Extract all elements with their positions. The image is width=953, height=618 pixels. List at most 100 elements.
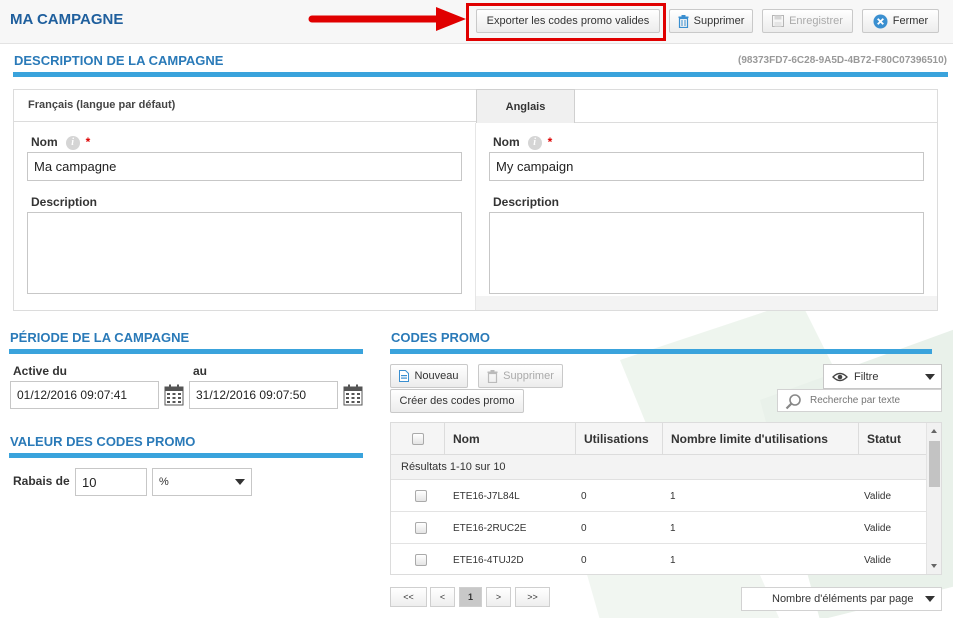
delete-button-label: Supprimer [693,15,745,27]
period-section-title: PÉRIODE DE LA CAMPAGNE [10,330,190,345]
chevron-down-icon [235,479,245,485]
table-row[interactable]: ETE16-J7L84L 0 1 Valide [391,480,927,512]
required-marker: * [85,135,91,149]
discount-unit-select[interactable]: % [152,468,252,496]
row-uses: 0 [581,554,587,566]
search-input[interactable] [810,393,938,408]
row-code-name: ETE16-J7L84L [453,490,520,502]
row-uses: 0 [581,490,587,502]
close-button-label: Fermer [892,15,929,27]
trash-icon [678,14,689,28]
french-name-input[interactable]: Ma campagne [27,152,462,181]
calendar-icon[interactable] [343,384,363,406]
pager-current-page[interactable]: 1 [459,587,482,607]
end-date-label: au [193,364,208,378]
description-section-title: DESCRIPTION DE LA CAMPAGNE [14,53,224,68]
new-document-icon [399,370,410,382]
info-icon[interactable]: i [527,135,542,150]
scrollbar-thumb[interactable] [929,441,940,487]
tab-english[interactable]: Anglais [476,89,575,123]
tab-french[interactable]: Français (langue par défaut) [14,90,476,122]
pager-next-button[interactable]: > [486,587,511,607]
export-valid-codes-button[interactable]: Exporter les codes promo valides [476,9,660,33]
table-row[interactable]: ETE16-2RUC2E 0 1 Valide [391,512,927,544]
row-status: Valide [864,522,892,534]
info-icon[interactable]: i [65,135,80,150]
column-header-limit[interactable]: Nombre limite d'utilisations [663,423,859,455]
promo-section-title: CODES PROMO [391,330,490,345]
new-button-label: Nouveau [414,370,459,382]
row-checkbox-cell [415,512,427,544]
discount-value-input[interactable]: 10 [75,468,147,496]
row-checkbox[interactable] [415,522,427,534]
row-checkbox[interactable] [415,490,427,502]
select-all-checkbox[interactable] [411,433,424,445]
page-size-label: Nombre d'éléments par page [772,593,914,605]
pager-prev-button[interactable]: < [430,587,455,607]
new-promo-button[interactable]: Nouveau [390,364,468,388]
column-header-status[interactable]: Statut [859,423,927,455]
select-all-cell [391,423,445,455]
start-date-input[interactable]: 01/12/2016 09:07:41 [10,381,159,409]
chevron-down-icon [925,373,935,380]
save-icon [772,15,785,27]
row-checkbox[interactable] [415,554,427,566]
english-name-input[interactable]: My campaign [489,152,924,181]
search-box[interactable] [777,389,942,412]
description-section-bar [13,72,948,77]
value-section-bar [9,453,363,458]
discount-unit-value: % [159,476,169,488]
french-description-textarea[interactable] [27,212,462,294]
start-date-label: Active du [13,364,68,378]
magnifier-icon [785,394,801,410]
row-limit: 1 [670,522,676,534]
close-button[interactable]: Fermer [862,9,939,33]
save-campaign-button[interactable]: Enregistrer [762,9,853,33]
create-promo-codes-button[interactable]: Créer des codes promo [390,389,524,413]
save-button-label: Enregistrer [789,15,843,27]
pager-last-button[interactable]: >> [515,587,550,607]
tab-separator-line [575,122,937,123]
english-description-textarea[interactable] [489,212,924,294]
promo-section-bar [390,349,932,354]
delete-promo-button[interactable]: Supprimer [478,364,563,388]
scroll-down-arrow-icon[interactable] [931,564,937,568]
period-section-bar [9,349,363,354]
column-header-name[interactable]: Nom [445,423,576,455]
create-button-label: Créer des codes promo [399,395,515,407]
filter-dropdown[interactable]: Filtre [823,364,942,389]
column-header-uses[interactable]: Utilisations [576,423,663,455]
table-scrollbar[interactable] [926,423,941,574]
table-row[interactable]: ETE16-4TUJ2D 0 1 Valide [391,544,927,574]
row-limit: 1 [670,554,676,566]
close-circle-icon [873,14,888,28]
export-button-label: Exporter les codes promo valides [486,15,650,27]
english-name-label: Nom [493,135,520,149]
pager-first-button[interactable]: << [390,587,427,607]
scroll-up-arrow-icon[interactable] [931,429,937,433]
row-uses: 0 [581,522,587,534]
trash-icon [487,369,498,383]
row-status: Valide [864,554,892,566]
delete-campaign-button[interactable]: Supprimer [669,9,753,33]
panel-bottom-strip [476,296,937,310]
page-size-dropdown[interactable]: Nombre d'éléments par page [741,587,942,611]
end-date-input[interactable]: 31/12/2016 09:07:50 [189,381,338,409]
filter-label: Filtre [854,370,879,383]
english-description-label: Description [493,195,560,209]
campaign-guid: (98373FD7-6C28-9A5D-4B72-F80C07396510) [737,55,947,66]
row-checkbox-cell [415,480,427,512]
eye-icon [832,372,848,381]
chevron-down-icon [925,596,935,602]
value-section-title: VALEUR DES CODES PROMO [10,434,196,449]
page-title: MA CAMPAGNE [10,11,124,28]
results-count: Résultats 1-10 sur 10 [391,455,927,480]
calendar-icon[interactable] [164,384,184,406]
promo-codes-table: Nom Utilisations Nombre limite d'utilisa… [390,422,942,575]
table-header: Nom Utilisations Nombre limite d'utilisa… [391,423,927,455]
french-name-label-group: Nom i * [31,135,90,150]
delete-promo-button-label: Supprimer [503,370,554,382]
french-description-label: Description [31,195,98,209]
french-name-label: Nom [31,135,58,149]
row-limit: 1 [670,490,676,502]
